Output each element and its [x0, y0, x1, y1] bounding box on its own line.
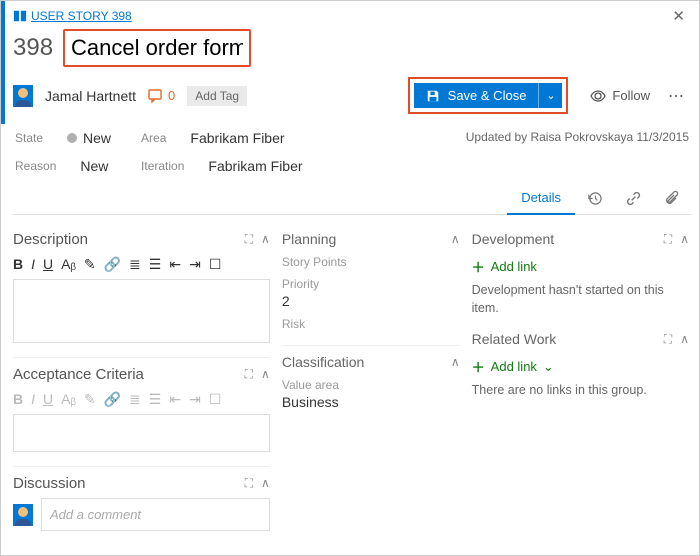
tab-history[interactable]	[575, 183, 614, 214]
save-and-close-button[interactable]: Save & Close	[414, 83, 539, 108]
chevron-up-icon[interactable]: ∧	[261, 476, 270, 491]
italic-icon[interactable]: I	[31, 391, 35, 408]
clear-format-icon[interactable]: ✎	[84, 256, 96, 273]
current-user-avatar	[13, 504, 33, 526]
tab-attachments[interactable]	[653, 182, 691, 214]
section-classification-title: Classification	[282, 354, 364, 370]
chevron-up-icon[interactable]: ∧	[680, 332, 689, 347]
development-empty-text: Development hasn't started on this item.	[472, 282, 689, 317]
image-icon[interactable]: ☐	[209, 391, 222, 408]
iteration-value[interactable]: Fabrikam Fiber	[208, 158, 302, 174]
area-value[interactable]: Fabrikam Fiber	[190, 130, 284, 146]
reason-value[interactable]: New	[80, 158, 108, 174]
link-tool-icon[interactable]: 🔗	[104, 256, 121, 273]
bullet-list-icon[interactable]: ≣	[129, 391, 141, 408]
state-value[interactable]: New	[67, 130, 111, 146]
font-icon[interactable]: Aᵦ	[61, 391, 76, 408]
number-list-icon[interactable]: ☰	[149, 256, 162, 273]
work-item-id: 398	[13, 34, 53, 62]
bullet-list-icon[interactable]: ≣	[129, 256, 141, 273]
bold-icon[interactable]: B	[13, 391, 23, 408]
more-actions-button[interactable]: ⋯	[662, 86, 691, 106]
comments-number: 0	[168, 88, 175, 103]
acceptance-editor[interactable]	[13, 414, 270, 452]
attachment-icon	[665, 190, 679, 206]
clear-format-icon[interactable]: ✎	[84, 391, 96, 408]
link-icon	[626, 191, 641, 206]
chevron-up-icon[interactable]: ∧	[451, 232, 460, 246]
priority-value[interactable]: 2	[282, 293, 460, 309]
comments-count[interactable]: 0	[148, 88, 175, 103]
development-add-link[interactable]: ＋ Add link	[472, 257, 537, 276]
chevron-up-icon[interactable]: ∧	[261, 232, 270, 247]
title-input[interactable]	[67, 31, 247, 65]
story-points-label: Story Points	[282, 255, 460, 269]
section-planning-title: Planning	[282, 231, 337, 247]
underline-icon[interactable]: U	[43, 256, 53, 273]
number-list-icon[interactable]: ☰	[149, 391, 162, 408]
chevron-up-icon[interactable]: ∧	[261, 367, 270, 382]
section-discussion-title: Discussion	[13, 475, 86, 492]
chevron-up-icon[interactable]: ∧	[680, 232, 689, 247]
close-icon[interactable]: ✕	[666, 5, 691, 27]
add-tag-button[interactable]: Add Tag	[187, 86, 247, 106]
expand-icon[interactable]: ⛶	[664, 332, 672, 347]
tab-links[interactable]	[614, 183, 653, 214]
expand-icon[interactable]: ⛶	[664, 232, 672, 247]
link-tool-icon[interactable]: 🔗	[104, 391, 121, 408]
chevron-down-icon: ⌄	[543, 359, 554, 375]
italic-icon[interactable]: I	[31, 256, 35, 273]
risk-label: Risk	[282, 317, 460, 331]
outdent-icon[interactable]: ⇤	[169, 256, 181, 273]
work-item-type-icon	[13, 9, 27, 23]
indent-icon[interactable]: ⇥	[189, 256, 201, 273]
state-dot-icon	[67, 133, 77, 143]
section-development-title: Development	[472, 231, 555, 247]
save-label: Save & Close	[448, 88, 527, 103]
value-area-value[interactable]: Business	[282, 394, 460, 410]
font-icon[interactable]: Aᵦ	[61, 256, 76, 273]
comment-icon	[148, 89, 164, 103]
description-toolbar: B I U Aᵦ ✎ 🔗 ≣ ☰ ⇤ ⇥ ☐	[13, 254, 270, 279]
title-highlight	[63, 29, 251, 67]
plus-icon: ＋	[472, 357, 485, 376]
comment-input[interactable]: Add a comment	[41, 498, 270, 531]
value-area-label: Value area	[282, 378, 460, 392]
assignee-name[interactable]: Jamal Hartnett	[45, 88, 136, 104]
section-description-title: Description	[13, 231, 88, 248]
section-acceptance-title: Acceptance Criteria	[13, 366, 144, 383]
history-icon	[587, 191, 602, 206]
expand-icon[interactable]: ⛶	[245, 367, 253, 382]
priority-label: Priority	[282, 277, 460, 291]
save-icon	[426, 89, 440, 103]
state-label: State	[15, 131, 43, 145]
related-empty-text: There are no links in this group.	[472, 382, 689, 400]
indent-icon[interactable]: ⇥	[189, 391, 201, 408]
underline-icon[interactable]: U	[43, 391, 53, 408]
save-dropdown[interactable]: ⌄	[538, 83, 562, 108]
area-label: Area	[141, 131, 166, 145]
work-item-type-link[interactable]: USER STORY 398	[31, 9, 132, 23]
section-related-title: Related Work	[472, 331, 557, 347]
expand-icon[interactable]: ⛶	[245, 476, 253, 491]
plus-icon: ＋	[472, 257, 485, 276]
related-add-link[interactable]: ＋ Add link ⌄	[472, 357, 554, 376]
iteration-label: Iteration	[141, 159, 184, 173]
tab-details[interactable]: Details	[507, 182, 575, 215]
follow-button[interactable]: Follow	[590, 88, 650, 103]
chevron-up-icon[interactable]: ∧	[451, 355, 460, 369]
follow-label: Follow	[612, 88, 650, 103]
acceptance-toolbar: B I U Aᵦ ✎ 🔗 ≣ ☰ ⇤ ⇥ ☐	[13, 389, 270, 414]
follow-icon	[590, 89, 606, 103]
expand-icon[interactable]: ⛶	[245, 232, 253, 247]
updated-by-text: Updated by Raisa Pokrovskaya 11/3/2015	[466, 130, 689, 174]
save-highlight: Save & Close ⌄	[408, 77, 569, 114]
description-editor[interactable]	[13, 279, 270, 343]
assignee-avatar[interactable]	[13, 85, 33, 107]
bold-icon[interactable]: B	[13, 256, 23, 273]
outdent-icon[interactable]: ⇤	[169, 391, 181, 408]
image-icon[interactable]: ☐	[209, 256, 222, 273]
reason-label: Reason	[15, 159, 56, 173]
